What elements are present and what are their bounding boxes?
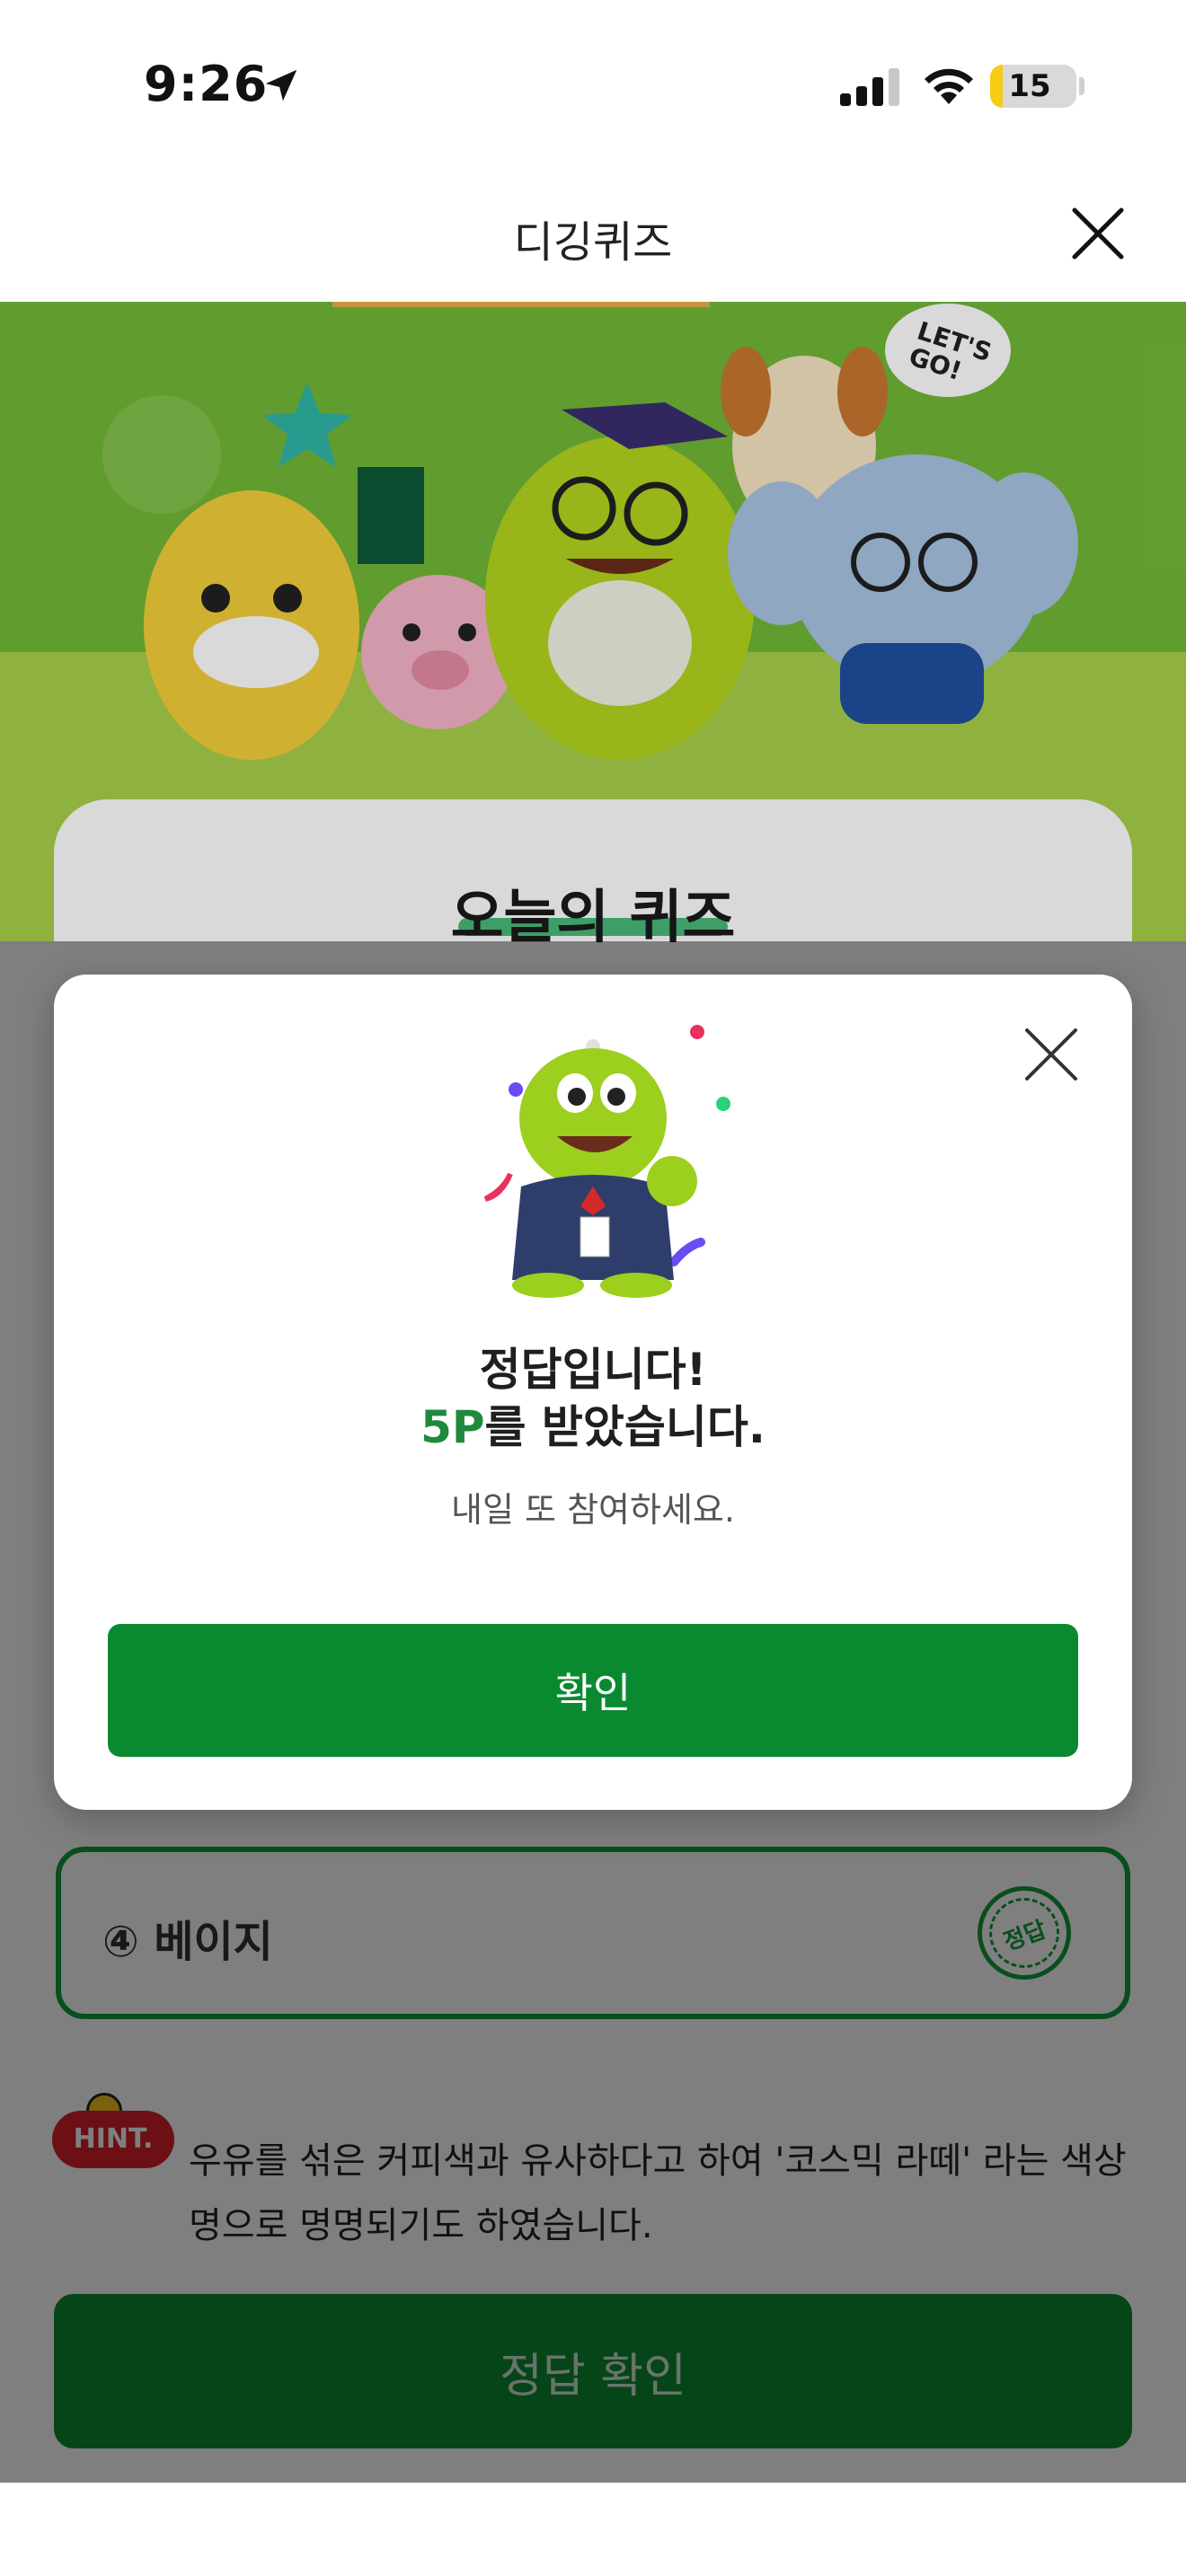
battery-indicator: 15 [990,65,1076,108]
battery-nub [1079,77,1084,95]
battery-level-text: 15 [1008,68,1051,104]
status-time: 9:26 [144,56,269,112]
result-subtitle: 내일 또 참여하세요. [451,1490,735,1530]
nav-title: 디깅퀴즈 [513,217,673,268]
cellular-signal-icon [840,68,899,106]
close-icon[interactable] [1069,205,1127,262]
bottom-safe-area [0,2483,1186,2576]
points-earned: 5P [420,1401,485,1453]
result-modal: 정답입니다! 5P를 받았습니다. 내일 또 참여하세요. 확인 [54,975,1132,1810]
status-bar: 9:26 15 [0,0,1186,171]
wifi-icon [925,68,973,104]
nav-bar: 디깅퀴즈 [0,171,1186,302]
location-arrow-icon [265,69,297,101]
result-title: 정답입니다! [479,1344,707,1396]
confirm-button[interactable]: 확인 [108,1624,1078,1757]
result-points-line: 5P를 받았습니다. [54,1391,1132,1456]
dim-overlay-top [0,302,1186,941]
modal-close-icon[interactable] [1020,1023,1083,1086]
points-suffix: 를 받았습니다. [484,1401,766,1453]
